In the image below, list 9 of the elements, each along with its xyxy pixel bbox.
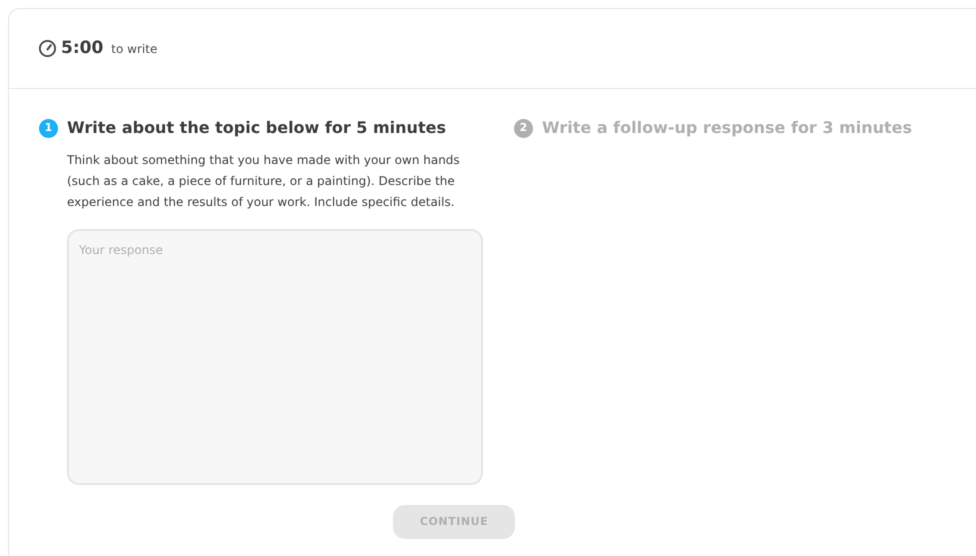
timer-label: to write: [111, 40, 158, 58]
step-number-badge: 2: [514, 118, 533, 138]
timer-value: 5:00: [61, 36, 104, 60]
step-title: Write about the topic below for 5 minutes: [67, 117, 446, 139]
step-number-badge: 1: [39, 118, 58, 138]
response-field[interactable]: Your response: [67, 229, 483, 485]
timer-icon: [38, 39, 57, 58]
step-title: Write a follow-up response for 3 minutes: [542, 117, 912, 139]
topic-prompt: Think about something that you have made with your own hands (such as a cake, a piece of furniture, or a painting). Describe the experience and the results of your work. Include specific details.: [67, 152, 461, 211]
